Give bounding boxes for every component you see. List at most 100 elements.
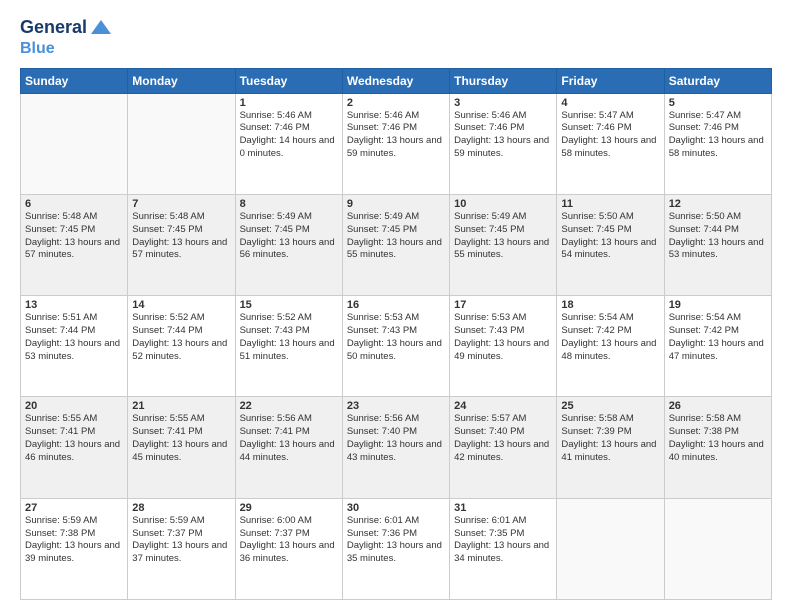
day-number: 7 [132,198,230,210]
calendar-table: SundayMondayTuesdayWednesdayThursdayFrid… [20,68,772,600]
day-cell: 1Sunrise: 5:46 AM Sunset: 7:46 PM Daylig… [235,93,342,194]
day-number: 5 [669,97,767,109]
day-cell: 24Sunrise: 5:57 AM Sunset: 7:40 PM Dayli… [450,397,557,498]
day-cell: 11Sunrise: 5:50 AM Sunset: 7:45 PM Dayli… [557,194,664,295]
day-number: 16 [347,299,445,311]
page: General Blue SundayMondayTuesdayWednesda… [0,0,792,612]
day-info: Sunrise: 5:52 AM Sunset: 7:43 PM Dayligh… [240,312,338,363]
day-cell: 15Sunrise: 5:52 AM Sunset: 7:43 PM Dayli… [235,296,342,397]
day-number: 22 [240,400,338,412]
day-cell: 16Sunrise: 5:53 AM Sunset: 7:43 PM Dayli… [342,296,449,397]
week-row-1: 1Sunrise: 5:46 AM Sunset: 7:46 PM Daylig… [21,93,772,194]
day-cell [664,498,771,599]
day-number: 28 [132,502,230,514]
day-cell: 28Sunrise: 5:59 AM Sunset: 7:37 PM Dayli… [128,498,235,599]
day-cell [557,498,664,599]
day-number: 10 [454,198,552,210]
logo-general: General [20,18,87,38]
day-cell: 4Sunrise: 5:47 AM Sunset: 7:46 PM Daylig… [557,93,664,194]
day-info: Sunrise: 6:01 AM Sunset: 7:36 PM Dayligh… [347,515,445,566]
day-info: Sunrise: 5:58 AM Sunset: 7:39 PM Dayligh… [561,413,659,464]
day-number: 21 [132,400,230,412]
col-header-friday: Friday [557,68,664,93]
day-info: Sunrise: 5:59 AM Sunset: 7:38 PM Dayligh… [25,515,123,566]
col-header-monday: Monday [128,68,235,93]
day-info: Sunrise: 5:54 AM Sunset: 7:42 PM Dayligh… [669,312,767,363]
day-cell: 21Sunrise: 5:55 AM Sunset: 7:41 PM Dayli… [128,397,235,498]
day-cell: 20Sunrise: 5:55 AM Sunset: 7:41 PM Dayli… [21,397,128,498]
week-row-3: 13Sunrise: 5:51 AM Sunset: 7:44 PM Dayli… [21,296,772,397]
day-info: Sunrise: 5:55 AM Sunset: 7:41 PM Dayligh… [25,413,123,464]
day-number: 12 [669,198,767,210]
day-cell: 3Sunrise: 5:46 AM Sunset: 7:46 PM Daylig… [450,93,557,194]
day-number: 3 [454,97,552,109]
col-header-saturday: Saturday [664,68,771,93]
day-cell: 25Sunrise: 5:58 AM Sunset: 7:39 PM Dayli… [557,397,664,498]
header: General Blue [20,16,772,58]
day-number: 23 [347,400,445,412]
day-number: 18 [561,299,659,311]
day-number: 15 [240,299,338,311]
day-cell: 29Sunrise: 6:00 AM Sunset: 7:37 PM Dayli… [235,498,342,599]
day-info: Sunrise: 5:57 AM Sunset: 7:40 PM Dayligh… [454,413,552,464]
day-cell [21,93,128,194]
day-number: 27 [25,502,123,514]
day-cell: 17Sunrise: 5:53 AM Sunset: 7:43 PM Dayli… [450,296,557,397]
day-number: 17 [454,299,552,311]
day-number: 2 [347,97,445,109]
col-header-thursday: Thursday [450,68,557,93]
day-info: Sunrise: 5:50 AM Sunset: 7:45 PM Dayligh… [561,211,659,262]
day-info: Sunrise: 5:59 AM Sunset: 7:37 PM Dayligh… [132,515,230,566]
day-info: Sunrise: 5:49 AM Sunset: 7:45 PM Dayligh… [240,211,338,262]
day-cell: 6Sunrise: 5:48 AM Sunset: 7:45 PM Daylig… [21,194,128,295]
day-cell: 8Sunrise: 5:49 AM Sunset: 7:45 PM Daylig… [235,194,342,295]
day-info: Sunrise: 5:48 AM Sunset: 7:45 PM Dayligh… [132,211,230,262]
day-cell: 26Sunrise: 5:58 AM Sunset: 7:38 PM Dayli… [664,397,771,498]
day-cell: 31Sunrise: 6:01 AM Sunset: 7:35 PM Dayli… [450,498,557,599]
day-info: Sunrise: 5:46 AM Sunset: 7:46 PM Dayligh… [347,110,445,161]
logo-icon [89,16,113,40]
day-number: 8 [240,198,338,210]
week-row-2: 6Sunrise: 5:48 AM Sunset: 7:45 PM Daylig… [21,194,772,295]
day-info: Sunrise: 5:49 AM Sunset: 7:45 PM Dayligh… [347,211,445,262]
day-cell: 5Sunrise: 5:47 AM Sunset: 7:46 PM Daylig… [664,93,771,194]
day-cell: 10Sunrise: 5:49 AM Sunset: 7:45 PM Dayli… [450,194,557,295]
col-header-wednesday: Wednesday [342,68,449,93]
day-info: Sunrise: 5:51 AM Sunset: 7:44 PM Dayligh… [25,312,123,363]
day-cell: 12Sunrise: 5:50 AM Sunset: 7:44 PM Dayli… [664,194,771,295]
logo: General Blue [20,16,113,58]
day-number: 14 [132,299,230,311]
day-info: Sunrise: 5:47 AM Sunset: 7:46 PM Dayligh… [561,110,659,161]
day-info: Sunrise: 5:55 AM Sunset: 7:41 PM Dayligh… [132,413,230,464]
week-row-5: 27Sunrise: 5:59 AM Sunset: 7:38 PM Dayli… [21,498,772,599]
day-number: 19 [669,299,767,311]
day-info: Sunrise: 5:53 AM Sunset: 7:43 PM Dayligh… [347,312,445,363]
day-number: 31 [454,502,552,514]
day-cell: 13Sunrise: 5:51 AM Sunset: 7:44 PM Dayli… [21,296,128,397]
day-info: Sunrise: 6:00 AM Sunset: 7:37 PM Dayligh… [240,515,338,566]
day-info: Sunrise: 5:53 AM Sunset: 7:43 PM Dayligh… [454,312,552,363]
day-info: Sunrise: 5:54 AM Sunset: 7:42 PM Dayligh… [561,312,659,363]
day-cell: 27Sunrise: 5:59 AM Sunset: 7:38 PM Dayli… [21,498,128,599]
day-number: 30 [347,502,445,514]
day-number: 26 [669,400,767,412]
day-number: 13 [25,299,123,311]
day-info: Sunrise: 5:50 AM Sunset: 7:44 PM Dayligh… [669,211,767,262]
day-cell: 19Sunrise: 5:54 AM Sunset: 7:42 PM Dayli… [664,296,771,397]
col-header-sunday: Sunday [21,68,128,93]
day-cell: 30Sunrise: 6:01 AM Sunset: 7:36 PM Dayli… [342,498,449,599]
day-cell: 14Sunrise: 5:52 AM Sunset: 7:44 PM Dayli… [128,296,235,397]
col-header-tuesday: Tuesday [235,68,342,93]
day-cell: 9Sunrise: 5:49 AM Sunset: 7:45 PM Daylig… [342,194,449,295]
day-number: 25 [561,400,659,412]
day-info: Sunrise: 5:46 AM Sunset: 7:46 PM Dayligh… [240,110,338,161]
day-info: Sunrise: 6:01 AM Sunset: 7:35 PM Dayligh… [454,515,552,566]
day-cell: 23Sunrise: 5:56 AM Sunset: 7:40 PM Dayli… [342,397,449,498]
day-number: 1 [240,97,338,109]
day-info: Sunrise: 5:49 AM Sunset: 7:45 PM Dayligh… [454,211,552,262]
day-number: 11 [561,198,659,210]
day-info: Sunrise: 5:48 AM Sunset: 7:45 PM Dayligh… [25,211,123,262]
day-info: Sunrise: 5:46 AM Sunset: 7:46 PM Dayligh… [454,110,552,161]
day-cell: 22Sunrise: 5:56 AM Sunset: 7:41 PM Dayli… [235,397,342,498]
day-info: Sunrise: 5:56 AM Sunset: 7:41 PM Dayligh… [240,413,338,464]
